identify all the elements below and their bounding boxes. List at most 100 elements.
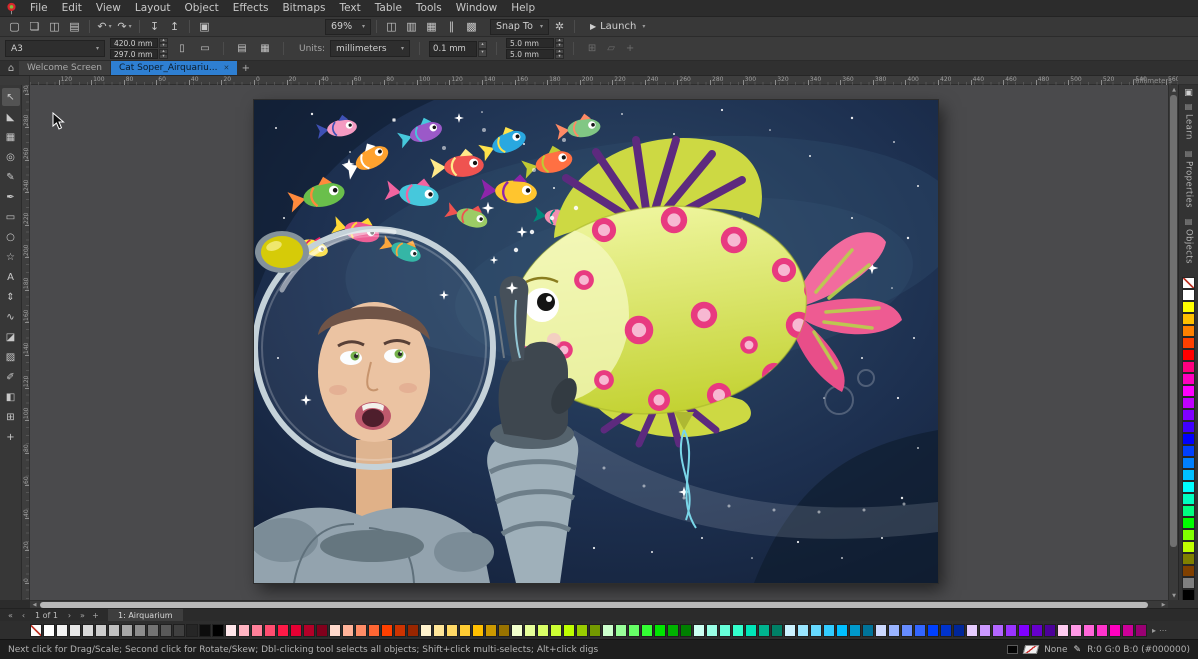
vertical-scrollbar-thumb[interactable] bbox=[1170, 95, 1177, 547]
undo-button[interactable]: ↶▾ bbox=[95, 18, 114, 35]
color-swatch[interactable] bbox=[576, 624, 588, 637]
color-swatch[interactable] bbox=[1182, 409, 1195, 421]
color-swatch[interactable] bbox=[1109, 624, 1121, 637]
page-width-input[interactable]: 420.0 mm bbox=[110, 38, 158, 48]
pick-tool[interactable]: ↖ bbox=[2, 88, 20, 106]
color-swatch[interactable] bbox=[407, 624, 419, 637]
duplicate-y-input[interactable]: 5.0 mm bbox=[506, 49, 554, 59]
document-tab-1[interactable]: Welcome Screen bbox=[19, 61, 110, 75]
portrait-orientation-button[interactable]: ▯ bbox=[173, 40, 191, 57]
color-swatch[interactable] bbox=[43, 624, 55, 637]
color-swatch[interactable] bbox=[290, 624, 302, 637]
no-color-swatch[interactable] bbox=[30, 624, 42, 637]
freehand-tool[interactable]: ✎ bbox=[2, 168, 20, 186]
fullscreen-preview-button[interactable]: ◫ bbox=[382, 18, 401, 35]
connector-tool[interactable]: ∿ bbox=[2, 308, 20, 326]
menu-effects[interactable]: Effects bbox=[226, 0, 276, 16]
color-swatch[interactable] bbox=[264, 624, 276, 637]
color-swatch[interactable] bbox=[420, 624, 432, 637]
color-swatch[interactable] bbox=[862, 624, 874, 637]
color-swatch[interactable] bbox=[849, 624, 861, 637]
color-swatch[interactable] bbox=[251, 624, 263, 637]
color-swatch[interactable] bbox=[199, 624, 211, 637]
color-swatch[interactable] bbox=[680, 624, 692, 637]
color-swatch[interactable] bbox=[238, 624, 250, 637]
dimension-tool[interactable]: ⇕ bbox=[2, 288, 20, 306]
color-swatch[interactable] bbox=[95, 624, 107, 637]
ruler-origin-corner[interactable] bbox=[0, 76, 30, 85]
color-swatch[interactable] bbox=[836, 624, 848, 637]
color-swatch[interactable] bbox=[914, 624, 926, 637]
color-swatch[interactable] bbox=[1122, 624, 1134, 637]
spin-down-icon[interactable]: ▾ bbox=[159, 54, 168, 59]
crop-tool[interactable]: ▦ bbox=[2, 128, 20, 146]
menu-object[interactable]: Object bbox=[178, 0, 226, 16]
color-swatch[interactable] bbox=[953, 624, 965, 637]
color-swatch[interactable] bbox=[173, 624, 185, 637]
drawing-page[interactable] bbox=[254, 100, 938, 583]
color-swatch[interactable] bbox=[446, 624, 458, 637]
ellipse-tool[interactable]: ○ bbox=[2, 228, 20, 246]
color-swatch[interactable] bbox=[550, 624, 562, 637]
page-height-input[interactable]: 297.0 mm bbox=[110, 49, 158, 59]
dropdown-caret-icon[interactable]: ▾ bbox=[129, 23, 132, 30]
color-swatch[interactable] bbox=[108, 624, 120, 637]
color-swatch[interactable] bbox=[1182, 361, 1195, 373]
color-swatch[interactable] bbox=[1182, 529, 1195, 541]
duplicate-x-input[interactable]: 5.0 mm bbox=[506, 38, 554, 48]
palette-scroll-icon[interactable]: ▸ bbox=[1152, 626, 1156, 635]
palette-more-icon[interactable]: ⋯ bbox=[1159, 626, 1167, 635]
import-button[interactable]: ↧ bbox=[145, 18, 164, 35]
color-swatch[interactable] bbox=[667, 624, 679, 637]
color-swatch[interactable] bbox=[472, 624, 484, 637]
redo-button[interactable]: ↷▾ bbox=[115, 18, 134, 35]
horizontal-ruler[interactable]: 1201008060402002040608010012014016018020… bbox=[30, 76, 1178, 85]
menu-window[interactable]: Window bbox=[449, 0, 504, 16]
close-tab-icon[interactable]: ✕ bbox=[223, 64, 229, 72]
menu-text[interactable]: Text bbox=[333, 0, 368, 16]
color-swatch[interactable] bbox=[1018, 624, 1030, 637]
menu-table[interactable]: Table bbox=[368, 0, 409, 16]
color-swatch[interactable] bbox=[1182, 325, 1195, 337]
preview-mode-button[interactable]: ▩ bbox=[462, 18, 481, 35]
propbar-extra-3[interactable]: + bbox=[621, 40, 639, 57]
snap-to-dropdown[interactable]: Snap To ▾ bbox=[490, 19, 549, 35]
color-swatch[interactable] bbox=[641, 624, 653, 637]
color-swatch[interactable] bbox=[706, 624, 718, 637]
current-page-button[interactable]: ▦ bbox=[256, 40, 274, 57]
spin-down-icon[interactable]: ▾ bbox=[478, 49, 487, 57]
color-swatch[interactable] bbox=[82, 624, 94, 637]
color-swatch[interactable] bbox=[1182, 313, 1195, 325]
color-swatch[interactable] bbox=[927, 624, 939, 637]
color-swatch[interactable] bbox=[1182, 553, 1195, 565]
horizontal-scrollbar[interactable]: ◀ ▶ bbox=[30, 600, 1168, 608]
color-swatch[interactable] bbox=[1135, 624, 1147, 637]
paste-button[interactable]: ▣ bbox=[195, 18, 214, 35]
color-swatch[interactable] bbox=[979, 624, 991, 637]
color-swatch[interactable] bbox=[225, 624, 237, 637]
landscape-orientation-button[interactable]: ▭ bbox=[196, 40, 214, 57]
color-swatch[interactable] bbox=[966, 624, 978, 637]
color-swatch[interactable] bbox=[1182, 373, 1195, 385]
color-swatch[interactable] bbox=[758, 624, 770, 637]
color-swatch[interactable] bbox=[56, 624, 68, 637]
new-tab-button[interactable]: + bbox=[238, 61, 253, 75]
rectangle-tool[interactable]: ▭ bbox=[2, 208, 20, 226]
zoom-tool[interactable]: ◎ bbox=[2, 148, 20, 166]
docker-options-icon[interactable]: ▣ bbox=[1184, 88, 1193, 98]
propbar-extra-1[interactable]: ⊞ bbox=[583, 40, 601, 57]
color-swatch[interactable] bbox=[771, 624, 783, 637]
save-button[interactable]: ◫ bbox=[45, 18, 64, 35]
page-size-select[interactable]: A3 ▾ bbox=[5, 40, 105, 57]
color-swatch[interactable] bbox=[485, 624, 497, 637]
add-page-button[interactable]: + bbox=[90, 611, 101, 620]
shape-tool[interactable]: ◣ bbox=[2, 108, 20, 126]
text-tool[interactable]: A bbox=[2, 268, 20, 286]
color-swatch[interactable] bbox=[901, 624, 913, 637]
color-swatch[interactable] bbox=[1182, 493, 1195, 505]
menu-file[interactable]: File bbox=[23, 0, 55, 16]
last-page-button[interactable]: » bbox=[77, 611, 88, 620]
polygon-tool[interactable]: ☆ bbox=[2, 248, 20, 266]
menu-tools[interactable]: Tools bbox=[409, 0, 449, 16]
fill-none-icon[interactable] bbox=[1023, 645, 1039, 654]
